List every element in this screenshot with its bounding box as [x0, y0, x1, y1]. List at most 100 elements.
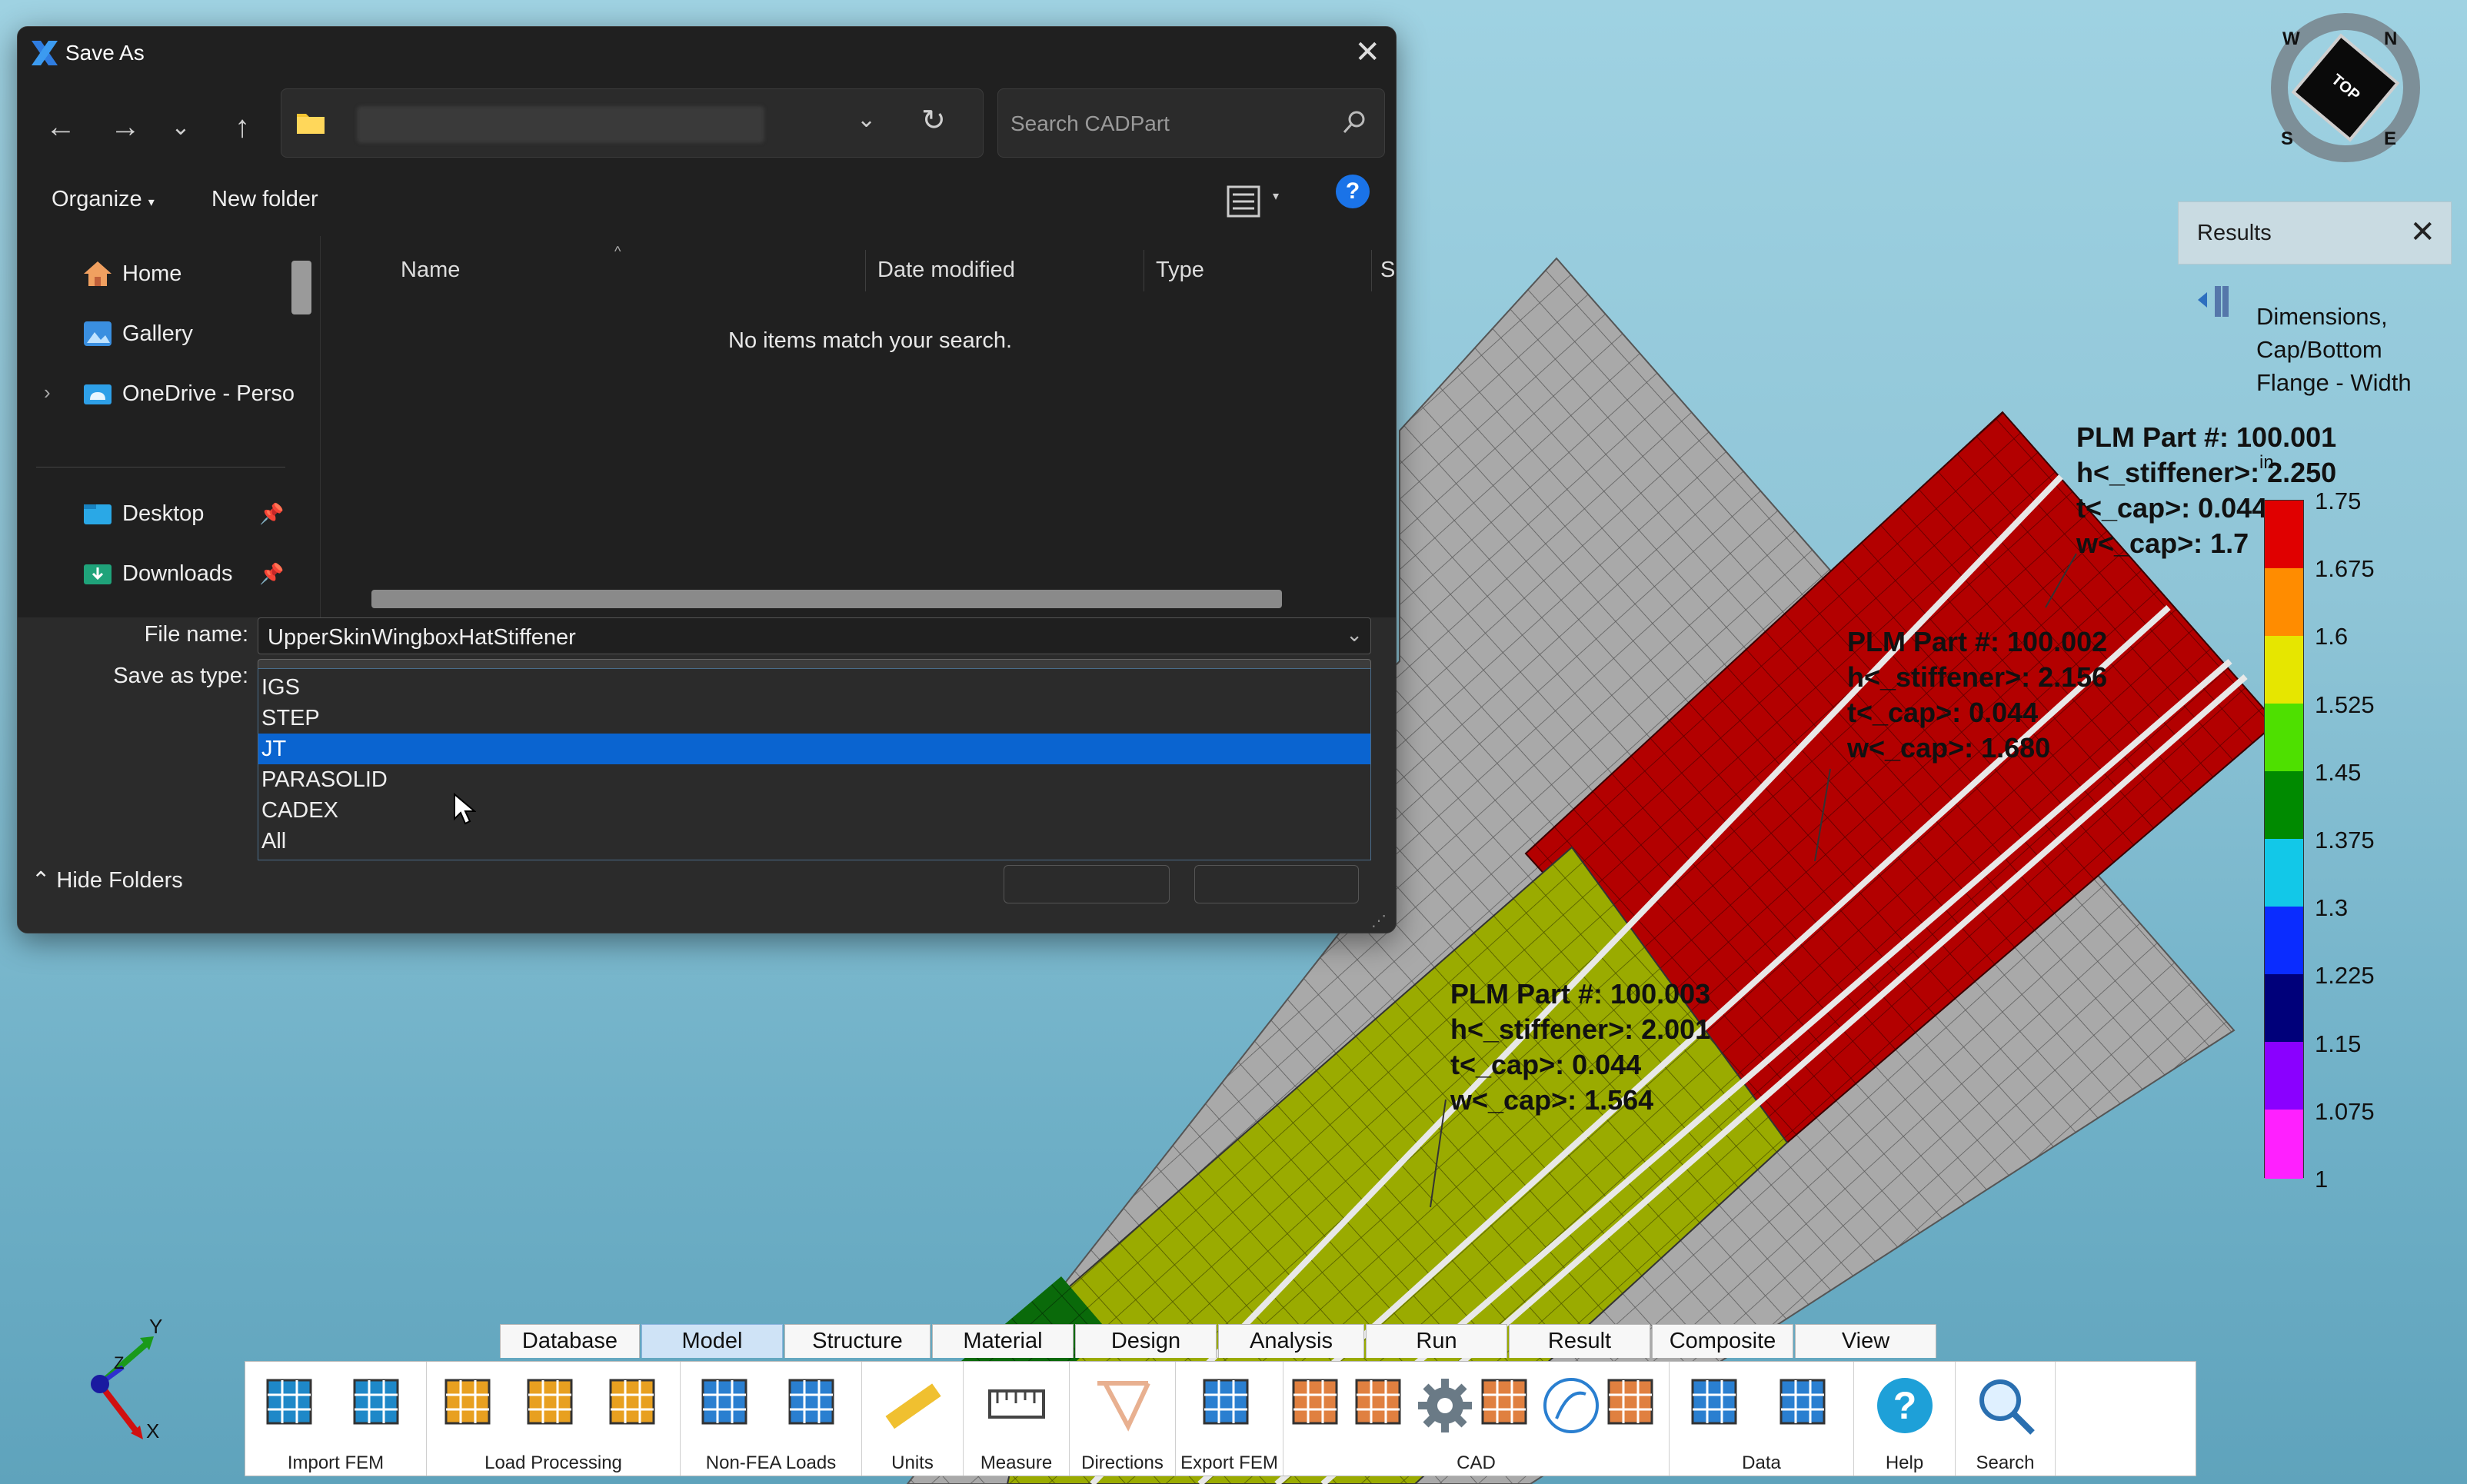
cancel-button[interactable] — [1194, 865, 1359, 903]
tab-run[interactable]: Run — [1366, 1324, 1507, 1358]
ribbon-group-label: CAD — [1457, 1452, 1496, 1473]
column-separator[interactable] — [865, 250, 866, 291]
ribbon-group-label: Measure — [980, 1452, 1053, 1473]
nav-item-home[interactable]: Home — [82, 255, 181, 293]
hide-folders-button[interactable]: ⌃ Hide Folders — [32, 867, 183, 893]
save-button[interactable] — [1004, 865, 1170, 903]
tab-structure[interactable]: Structure — [784, 1324, 931, 1358]
ruler-icon[interactable] — [880, 1373, 946, 1439]
tab-design[interactable]: Design — [1075, 1324, 1217, 1358]
forward-arrow-icon[interactable]: → — [102, 104, 148, 150]
column-header-type[interactable]: Type — [1156, 258, 1204, 283]
close-icon[interactable]: ✕ — [2409, 215, 2435, 250]
home-icon — [84, 261, 112, 286]
hide-folders-label: Hide Folders — [56, 868, 183, 893]
color-import-icon[interactable] — [347, 1373, 413, 1439]
nav-item-label: Desktop — [122, 501, 205, 526]
search-icon[interactable] — [1341, 109, 1367, 135]
gear-icon[interactable] — [1412, 1373, 1478, 1439]
column-header-name[interactable]: Name — [401, 258, 460, 283]
tab-result[interactable]: Result — [1509, 1324, 1650, 1358]
curve-icon[interactable] — [1538, 1373, 1604, 1439]
view-options-icon[interactable] — [1227, 185, 1260, 218]
measure-icon[interactable] — [984, 1373, 1050, 1439]
dialog-titlebar[interactable]: Save As ✕ — [18, 27, 1396, 78]
sum-nx-icon[interactable] — [521, 1373, 587, 1439]
grid-import-icon[interactable] — [260, 1373, 326, 1439]
data-table-icon[interactable] — [1685, 1373, 1751, 1439]
nav-item-downloads[interactable]: Downloads — [82, 554, 232, 593]
type-option-parasolid[interactable]: PARASOLID — [258, 764, 1370, 795]
search-icon[interactable] — [1973, 1373, 2039, 1439]
ribbon-group-label: Help — [1885, 1452, 1924, 1473]
ribbon-group-cad: CAD — [1283, 1362, 1670, 1476]
compass-s-label: S — [2281, 128, 2293, 149]
nav-item-desktop[interactable]: Desktop — [82, 494, 204, 533]
load-table-icon[interactable] — [438, 1373, 504, 1439]
tab-analysis[interactable]: Analysis — [1218, 1324, 1364, 1358]
chevron-down-icon[interactable]: ⌄ — [1346, 623, 1363, 647]
view-compass-icon[interactable]: TOP N E S W — [2269, 11, 2422, 165]
plm-label-100-003: PLM Part #: 100.003 h<_stiffener>: 2.001… — [1450, 977, 1710, 1118]
type-option-step[interactable]: STEP — [258, 703, 1370, 734]
bar-load-icon[interactable] — [695, 1373, 761, 1439]
organize-chevron-icon: ▾ — [148, 196, 155, 209]
collapse-panel-icon[interactable] — [2196, 284, 2232, 318]
data-wrench-icon[interactable] — [1773, 1373, 1839, 1439]
column-separator[interactable] — [1371, 250, 1372, 291]
person-load-icon[interactable] — [782, 1373, 848, 1439]
new-folder-button[interactable]: New folder — [211, 187, 318, 212]
recent-locations-chevron-icon[interactable]: ⌄ — [158, 104, 204, 150]
ribbon-group-label: Directions — [1081, 1452, 1164, 1473]
type-option-cadex[interactable]: CADEX — [258, 795, 1370, 826]
search-input[interactable] — [1009, 106, 1343, 141]
column-header-size[interactable]: Siz — [1380, 258, 1396, 283]
ribbon-group-units: Units — [862, 1362, 964, 1476]
cad-box-up-icon[interactable] — [1349, 1373, 1415, 1439]
pin-icon[interactable]: 📌 — [259, 502, 284, 526]
type-option-all[interactable]: All — [258, 826, 1370, 857]
tab-model[interactable]: Model — [641, 1324, 783, 1358]
cad-box-down-icon[interactable] — [1286, 1373, 1352, 1439]
column-header-date-modified[interactable]: Date modified — [877, 258, 1015, 283]
tab-view[interactable]: View — [1795, 1324, 1936, 1358]
organize-button[interactable]: Organize ▾ — [52, 187, 155, 212]
type-option-jt[interactable]: JT — [258, 734, 1370, 764]
expand-chevron-icon[interactable]: › — [44, 381, 51, 404]
view-options-chevron-icon[interactable]: ▾ — [1273, 188, 1279, 204]
address-bar[interactable]: ⌄ ↻ — [281, 88, 984, 158]
resize-grip-icon[interactable]: ⋰ — [1371, 911, 1387, 930]
tab-database[interactable]: Database — [500, 1324, 640, 1358]
back-arrow-icon[interactable]: ← — [38, 104, 84, 150]
close-icon[interactable]: ✕ — [1354, 35, 1380, 70]
nav-scrollbar-thumb[interactable] — [291, 261, 311, 314]
ribbon-group-label: Load Processing — [484, 1452, 622, 1473]
help-icon[interactable]: ? — [1872, 1373, 1938, 1439]
pin-icon[interactable]: 📌 — [259, 562, 284, 586]
nav-item-onedrive[interactable]: OneDrive - Perso — [82, 374, 295, 413]
plm-h-stiffener: h<_stiffener>: 2.250 — [2076, 457, 2337, 488]
type-option-igs[interactable]: IGS — [258, 672, 1370, 703]
beam-icon[interactable] — [1475, 1373, 1541, 1439]
refresh-icon[interactable]: ↻ — [921, 103, 946, 138]
nav-item-label: Downloads — [122, 561, 233, 586]
help-icon[interactable]: ? — [1336, 175, 1370, 208]
directions-icon[interactable] — [1090, 1373, 1156, 1439]
legend-tick-label: 1.525 — [2315, 690, 2375, 718]
sort-ascending-icon: ^ — [614, 244, 621, 259]
horizontal-scrollbar-thumb[interactable] — [371, 590, 1282, 608]
tab-material[interactable]: Material — [932, 1324, 1074, 1358]
ribbon-group-search: Search — [1956, 1362, 2056, 1476]
up-arrow-icon[interactable]: ↑ — [219, 104, 265, 150]
file-name-field[interactable]: UpperSkinWingboxHatStiffener ⌄ — [258, 617, 1371, 654]
tab-composite[interactable]: Composite — [1652, 1324, 1793, 1358]
nav-item-gallery[interactable]: Gallery — [82, 314, 193, 353]
export-fem-icon[interactable] — [1197, 1373, 1263, 1439]
address-dropdown-chevron-icon[interactable]: ⌄ — [857, 106, 876, 133]
legend-tick-label: 1.15 — [2315, 1030, 2362, 1057]
mouse-cursor-icon — [454, 793, 476, 825]
diamond-load-icon[interactable] — [603, 1373, 669, 1439]
legend-units: in — [2259, 452, 2274, 473]
color-legend-bar — [2264, 500, 2304, 1179]
solid-icon[interactable] — [1601, 1373, 1667, 1439]
